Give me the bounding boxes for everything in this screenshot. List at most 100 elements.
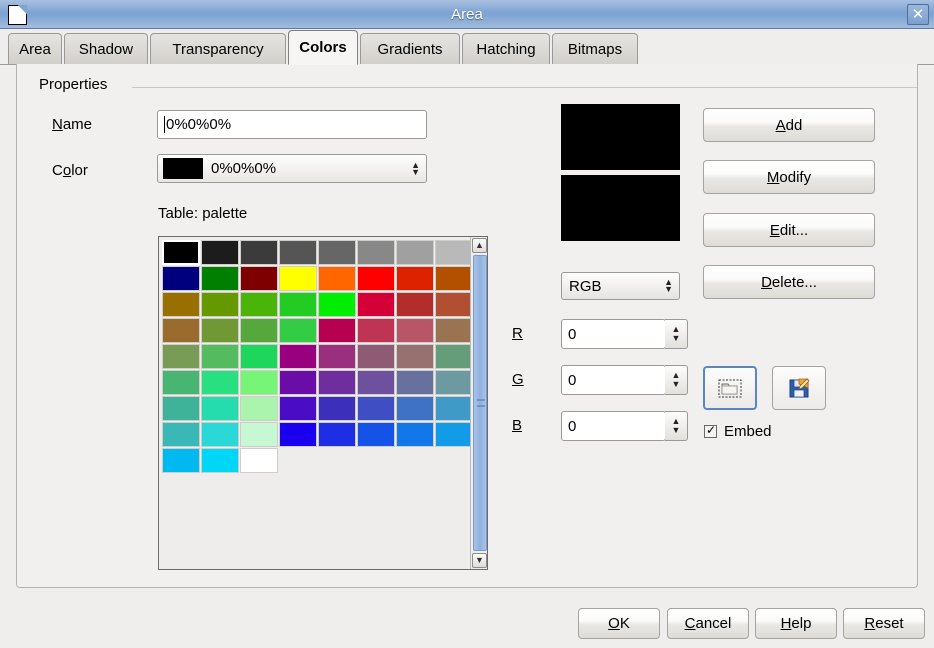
- cancel-button[interactable]: Cancel: [667, 608, 749, 639]
- palette-cell[interactable]: [279, 240, 317, 265]
- palette-cell[interactable]: [357, 396, 395, 421]
- palette-cell[interactable]: [162, 266, 200, 291]
- stepper-down-icon[interactable]: ▼: [672, 380, 681, 389]
- palette-cell[interactable]: [162, 448, 200, 473]
- scroll-down-icon[interactable]: ▼: [472, 553, 487, 568]
- scrollbar-thumb[interactable]: [473, 255, 487, 551]
- palette-cell[interactable]: [318, 266, 356, 291]
- palette-cell[interactable]: [201, 266, 239, 291]
- tab-hatching[interactable]: Hatching: [462, 33, 550, 64]
- chevron-updown-icon[interactable]: ▲ ▼: [411, 160, 420, 176]
- channel-input-r[interactable]: 0: [561, 319, 666, 349]
- palette-cell[interactable]: [279, 370, 317, 395]
- channel-input-b[interactable]: 0: [561, 411, 666, 441]
- palette-cell[interactable]: [435, 318, 473, 343]
- palette-cell[interactable]: [357, 266, 395, 291]
- palette-cell[interactable]: [357, 292, 395, 317]
- palette-cell[interactable]: [435, 240, 473, 265]
- palette-cell[interactable]: [318, 240, 356, 265]
- palette-cell[interactable]: [396, 318, 434, 343]
- palette-cell[interactable]: [240, 266, 278, 291]
- add-button[interactable]: Add: [703, 108, 875, 142]
- palette-cell[interactable]: [240, 318, 278, 343]
- palette-cell[interactable]: [201, 396, 239, 421]
- palette-cell[interactable]: [201, 370, 239, 395]
- close-icon[interactable]: ✕: [907, 4, 929, 25]
- chevron-updown-icon[interactable]: ▲ ▼: [664, 278, 673, 294]
- palette-cell[interactable]: [162, 370, 200, 395]
- palette-cell[interactable]: [357, 344, 395, 369]
- palette-cell[interactable]: [201, 240, 239, 265]
- load-palette-button[interactable]: [703, 366, 757, 410]
- palette-cell[interactable]: [396, 396, 434, 421]
- palette-cell[interactable]: [279, 344, 317, 369]
- palette-cell[interactable]: [396, 344, 434, 369]
- palette-cell[interactable]: [396, 370, 434, 395]
- palette-cell[interactable]: [240, 396, 278, 421]
- scroll-up-icon[interactable]: ▲: [472, 238, 487, 253]
- edit-button[interactable]: Edit...: [703, 213, 875, 247]
- palette-cell[interactable]: [201, 422, 239, 447]
- tab-transparency[interactable]: Transparency: [150, 33, 286, 64]
- palette-cell[interactable]: [279, 422, 317, 447]
- tab-shadow[interactable]: Shadow: [64, 33, 148, 64]
- embed-checkbox[interactable]: [704, 423, 717, 438]
- palette-cell[interactable]: [201, 292, 239, 317]
- palette-cell[interactable]: [201, 448, 239, 473]
- palette-cell[interactable]: [435, 370, 473, 395]
- channel-input-g[interactable]: 0: [561, 365, 666, 395]
- palette-cell[interactable]: [162, 344, 200, 369]
- palette-cell[interactable]: [435, 344, 473, 369]
- palette-cell[interactable]: [357, 318, 395, 343]
- palette-cell[interactable]: [240, 422, 278, 447]
- palette-cell[interactable]: [396, 240, 434, 265]
- palette-cell[interactable]: [318, 396, 356, 421]
- palette-cell[interactable]: [318, 292, 356, 317]
- palette-cell[interactable]: [240, 292, 278, 317]
- color-model-dropdown[interactable]: RGB ▲ ▼: [561, 272, 680, 300]
- palette-cell[interactable]: [240, 370, 278, 395]
- palette-cell[interactable]: [396, 266, 434, 291]
- stepper-down-icon[interactable]: ▼: [672, 334, 681, 343]
- palette-cell[interactable]: [240, 344, 278, 369]
- palette-cell[interactable]: [162, 318, 200, 343]
- palette-cell[interactable]: [396, 422, 434, 447]
- palette-cell[interactable]: [357, 422, 395, 447]
- palette-cell[interactable]: [279, 318, 317, 343]
- tab-bitmaps[interactable]: Bitmaps: [552, 33, 638, 64]
- palette-cell[interactable]: [279, 396, 317, 421]
- palette-scrollbar[interactable]: ▲ ▼: [470, 237, 487, 569]
- palette-cell[interactable]: [279, 292, 317, 317]
- palette-cell[interactable]: [201, 344, 239, 369]
- palette-cell[interactable]: [318, 422, 356, 447]
- save-palette-button[interactable]: [772, 366, 826, 410]
- name-input[interactable]: 0%0%0%: [157, 110, 427, 139]
- palette-cell[interactable]: [435, 396, 473, 421]
- channel-stepper-b[interactable]: ▲ ▼: [665, 411, 688, 441]
- tab-gradients[interactable]: Gradients: [360, 33, 460, 64]
- color-dropdown[interactable]: 0%0%0% ▲ ▼: [157, 154, 427, 183]
- palette-cell[interactable]: [318, 318, 356, 343]
- palette-list[interactable]: ▲ ▼: [158, 236, 488, 570]
- channel-stepper-g[interactable]: ▲ ▼: [665, 365, 688, 395]
- palette-cell[interactable]: [318, 344, 356, 369]
- palette-cell[interactable]: [318, 370, 356, 395]
- palette-cell[interactable]: [162, 422, 200, 447]
- palette-cell[interactable]: [162, 240, 200, 265]
- palette-cell[interactable]: [435, 266, 473, 291]
- tab-colors[interactable]: Colors: [288, 30, 358, 65]
- palette-cell[interactable]: [279, 266, 317, 291]
- palette-cell[interactable]: [435, 292, 473, 317]
- reset-button[interactable]: Reset: [843, 608, 925, 639]
- palette-cell[interactable]: [357, 370, 395, 395]
- tab-area[interactable]: Area: [8, 33, 62, 64]
- ok-button[interactable]: OK: [578, 608, 660, 639]
- help-button[interactable]: Help: [755, 608, 837, 639]
- palette-cell[interactable]: [162, 292, 200, 317]
- palette-cell[interactable]: [162, 396, 200, 421]
- palette-cell[interactable]: [435, 422, 473, 447]
- modify-button[interactable]: Modify: [703, 160, 875, 194]
- palette-cell[interactable]: [240, 448, 278, 473]
- delete-button[interactable]: Delete...: [703, 265, 875, 299]
- palette-grid[interactable]: [162, 240, 473, 473]
